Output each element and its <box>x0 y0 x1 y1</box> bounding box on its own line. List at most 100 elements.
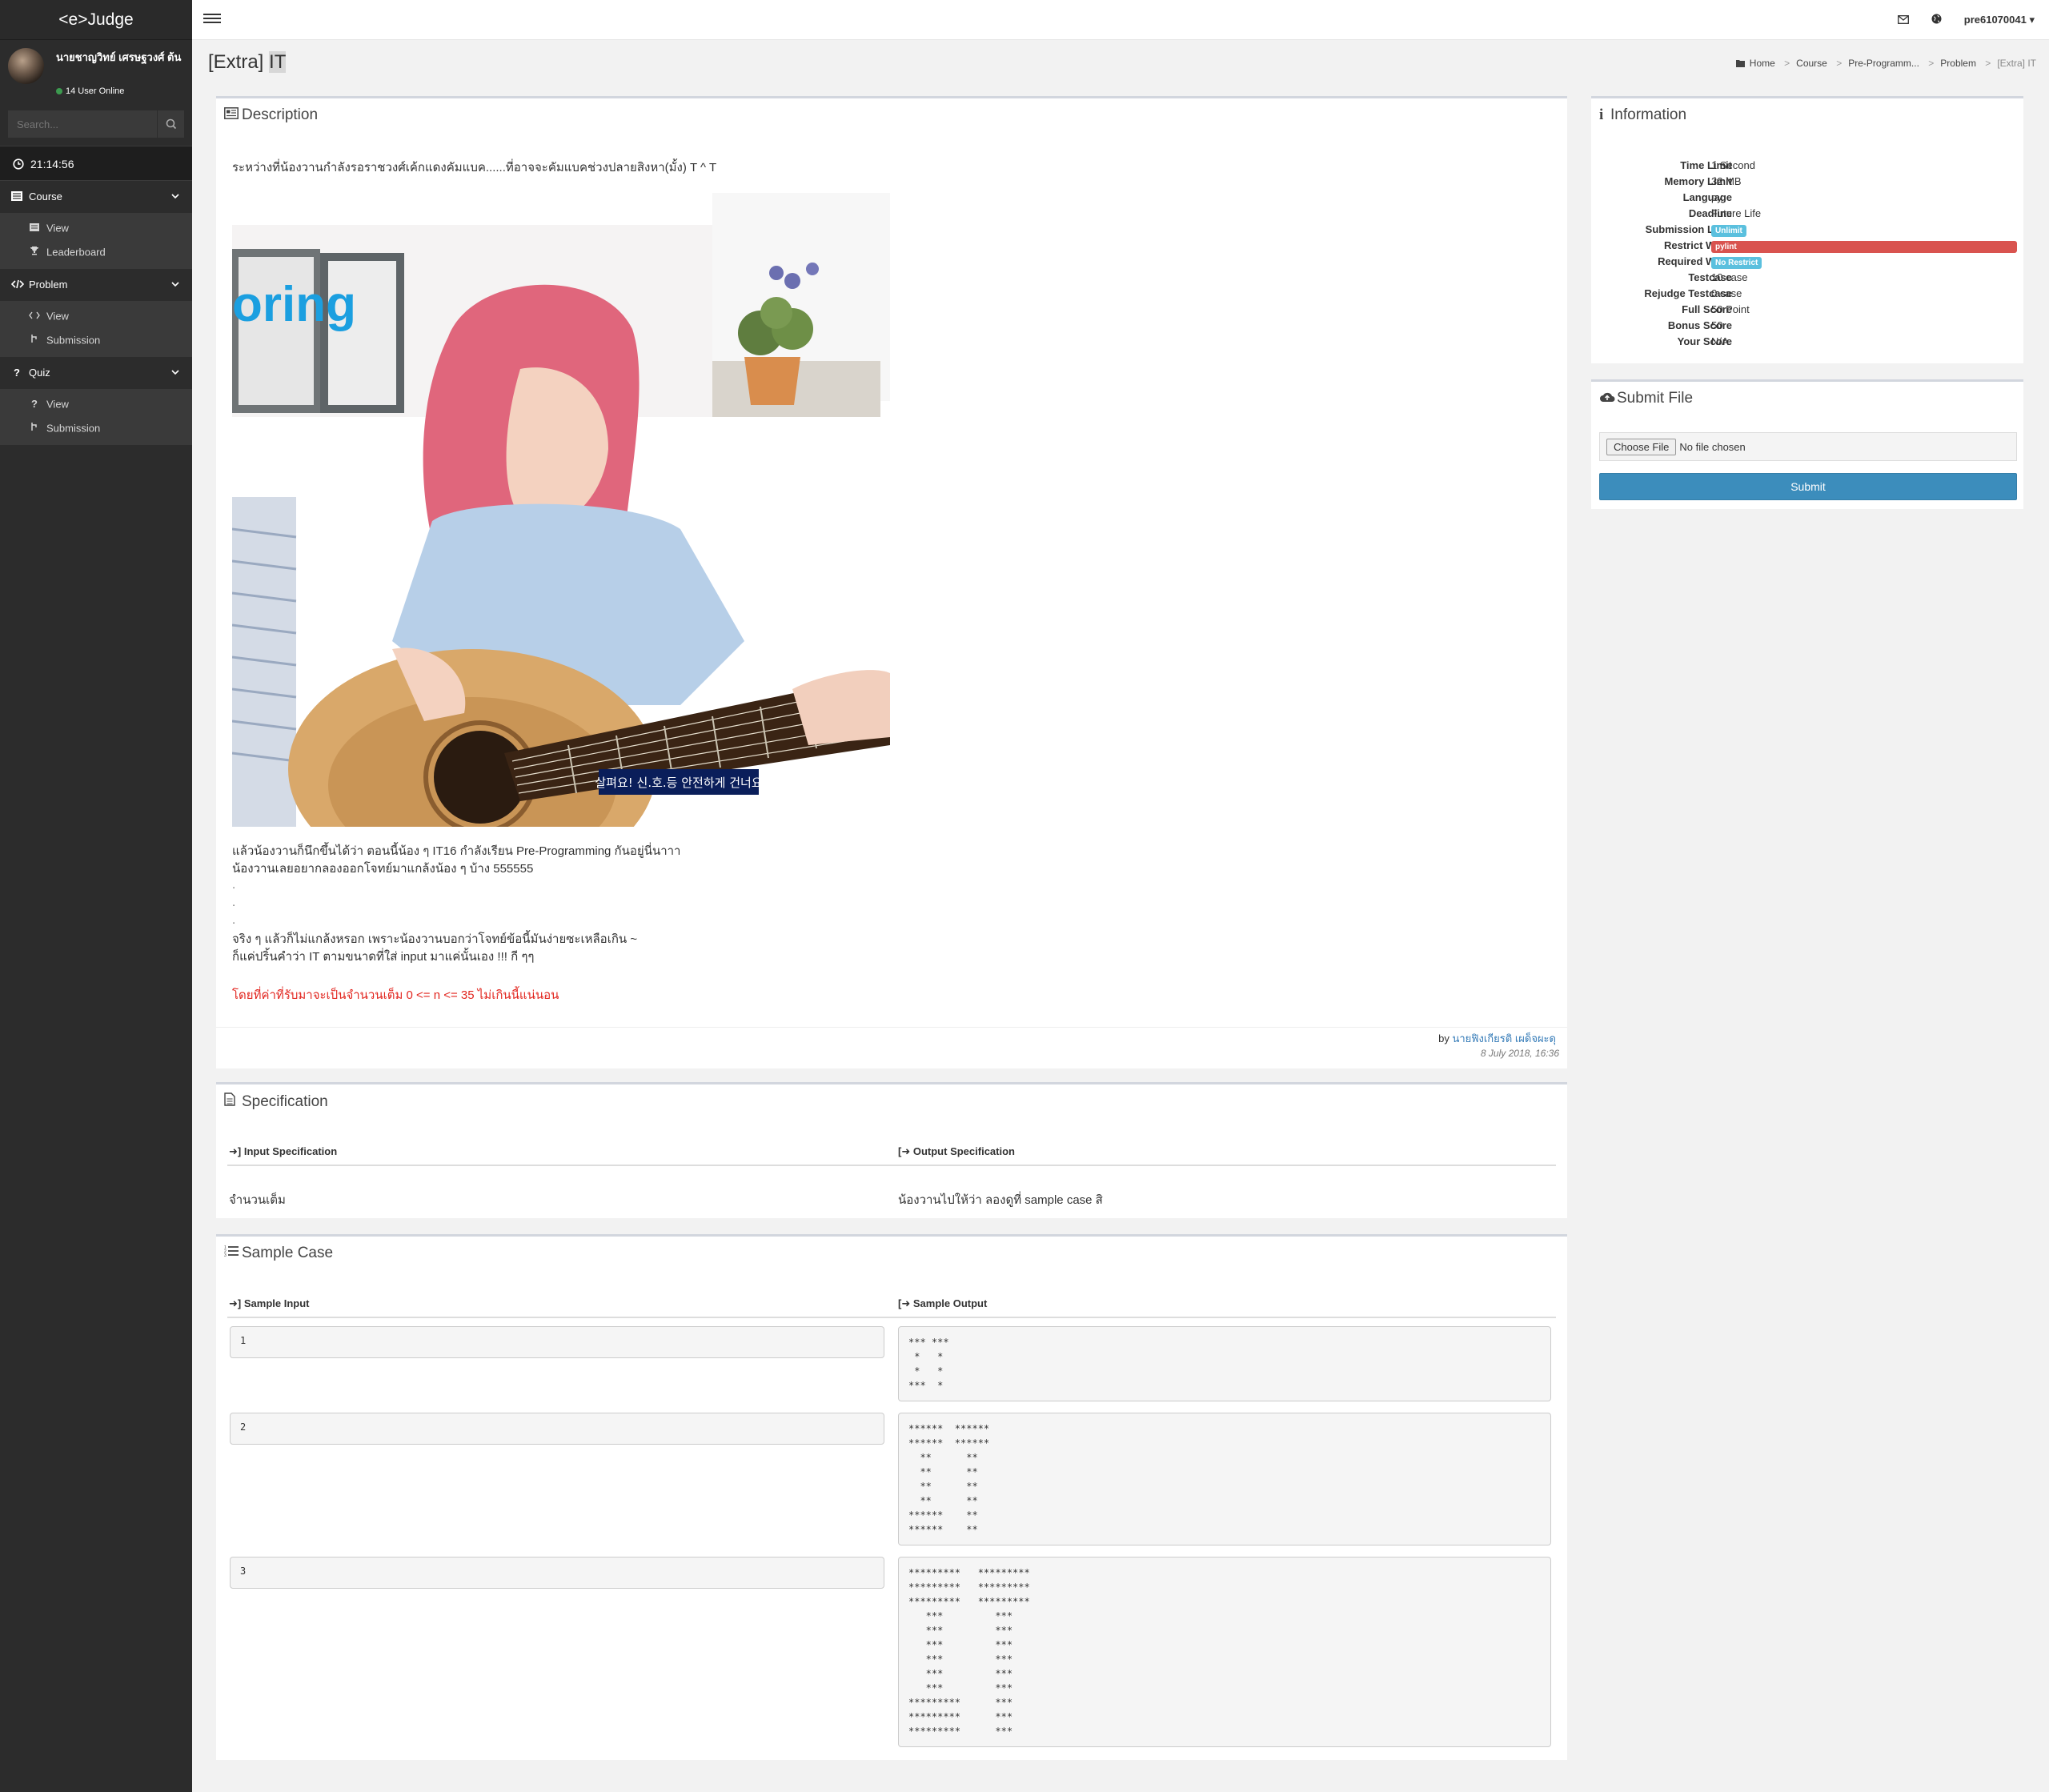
guitar-photo: oring 살펴요! 신.호.등 안전하게 건너요 <box>232 193 890 827</box>
description-footer-divider <box>216 1027 1567 1028</box>
envelope-icon[interactable] <box>1897 14 1909 26</box>
info-icon: i <box>1599 106 1604 123</box>
info-row: Time Limit 1 Second <box>1591 159 2023 175</box>
info-row: Restrict Word pylint <box>1591 239 2023 255</box>
file-text-icon <box>224 1092 239 1111</box>
sample-output-heading: [➜ Sample Output <box>898 1297 987 1310</box>
sidebar-item-quiz-submission[interactable]: Submission <box>0 416 192 440</box>
sidebar-submenu-problem: View Submission <box>0 301 192 357</box>
top-navbar: pre61070041 ▾ <box>192 0 2049 40</box>
submit-button[interactable]: Submit <box>1599 473 2017 500</box>
breadcrumb-pre[interactable]: Pre-Programm... <box>1848 58 1919 69</box>
sign-out-icon: [➜ <box>898 1145 911 1157</box>
sidebar-item-label: Submission <box>46 334 101 347</box>
sidebar-item-label: View <box>46 398 69 411</box>
info-badge: pylint <box>1711 239 2017 253</box>
sidebar-item-problem-view[interactable]: View <box>0 304 192 328</box>
information-header: i Information <box>1591 98 2023 132</box>
sidebar-submenu-course: View Leaderboard <box>0 213 192 269</box>
breadcrumb-course[interactable]: Course <box>1796 58 1827 69</box>
breadcrumb-problem[interactable]: Problem <box>1940 58 1976 69</box>
online-count: 14 User Online <box>66 86 125 96</box>
sample-input-2[interactable]: 2 <box>230 1413 884 1445</box>
cloud-upload-icon <box>1599 390 1615 407</box>
sample-divider <box>227 1317 1556 1318</box>
sidebar-group-label: Problem <box>29 279 68 291</box>
file-status: No file chosen <box>1679 441 1746 453</box>
sidebar-item-quiz-view[interactable]: ? View <box>0 392 192 416</box>
sample-output-2[interactable]: ****** ****** ****** ****** ** ** ** ** … <box>898 1413 1551 1545</box>
image-caption: 살펴요! 신.호.등 안전하게 건너요 <box>595 776 762 790</box>
code-icon <box>29 304 40 328</box>
clock: 21:14:56 <box>0 146 192 181</box>
sidebar-item-label: View <box>46 222 69 235</box>
input-spec-heading: ➜] Input Specification <box>229 1145 337 1158</box>
sample-header: 1 2 3 Sample Case <box>216 1237 1567 1270</box>
user-name: นายชาญวิทย์ เศรษฐวงศ์ ต้น <box>56 51 182 63</box>
spec-divider <box>227 1165 1556 1166</box>
info-row: Full Score 50 Point <box>1591 303 2023 319</box>
info-value: 32 MB <box>1711 175 1742 187</box>
sample-input-3[interactable]: 3 <box>230 1557 884 1589</box>
description-author: by นายฟิงเกียรติ เผด็จผะดุ <box>1438 1030 1556 1047</box>
info-row: Rejudge Testcase 0 case <box>1591 287 2023 303</box>
choose-file-button[interactable]: Choose File <box>1606 439 1677 455</box>
sidebar-submenu-quiz: ? View Submission <box>0 389 192 445</box>
info-value: 50 <box>1711 319 1723 331</box>
submit-header: Submit File <box>1591 382 2023 415</box>
sample-title: Sample Case <box>242 1245 334 1261</box>
sidebar-group-problem[interactable]: Problem <box>0 269 192 301</box>
specification-box: Specification ➜] Input Specification [➜ … <box>216 1082 1567 1218</box>
chevron-down-icon <box>171 269 179 301</box>
info-badge: No Restrict <box>1711 255 1762 269</box>
sample-input-1[interactable]: 1 <box>230 1326 884 1358</box>
trophy-icon <box>29 240 40 264</box>
sample-case-box: 1 2 3 Sample Case ➜] Sample Input [➜ Sample… <box>216 1234 1567 1760</box>
status-badge: pylint <box>1711 241 2017 253</box>
svg-text:3: 3 <box>224 1253 227 1257</box>
sign-in-icon: ➜] <box>229 1297 242 1309</box>
sidebar-item-leaderboard[interactable]: Leaderboard <box>0 240 192 264</box>
hamburger-menu-icon[interactable] <box>203 11 221 29</box>
breadcrumb-home[interactable]: Home <box>1750 58 1775 69</box>
sidebar-item-course-view[interactable]: View <box>0 216 192 240</box>
sidebar-group-course[interactable]: Course <box>0 181 192 213</box>
sidebar-group-quiz[interactable]: ? Quiz <box>0 357 192 389</box>
sidebar-group-label: Quiz <box>29 367 50 379</box>
user-menu[interactable]: pre61070041 ▾ <box>1964 14 2035 26</box>
description-paragraph-2: แล้วน้องวานก็นึกขึ้นได้ว่า ตอนนี้น้อง ๆ … <box>232 843 680 878</box>
status-badge: Unlimit <box>1711 225 1746 237</box>
info-badge: Unlimit <box>1711 223 1746 237</box>
info-row: Testcase 10 case <box>1591 271 2023 287</box>
file-input[interactable]: Choose File No file chosen <box>1599 432 2017 461</box>
clock-time: 21:14:56 <box>30 158 74 170</box>
search-input[interactable] <box>8 110 157 138</box>
caret-down-icon: ▾ <box>2029 14 2035 26</box>
description-line: ก็แค่ปริ้นคำว่า IT ตามขนาดที่ใส่ input ม… <box>232 950 535 964</box>
globe-icon[interactable] <box>1931 14 1942 26</box>
question-icon: ? <box>31 398 38 410</box>
user-panel: นายชาญวิทย์ เศรษฐวงศ์ ต้น 14 User Online <box>0 40 192 107</box>
info-label: Language <box>1682 191 1732 203</box>
info-value: N/A <box>1711 335 1729 347</box>
info-row: Bonus Score 50 <box>1591 319 2023 335</box>
author-link[interactable]: นายฟิงเกียรติ เผด็จผะดุ <box>1453 1032 1557 1044</box>
search-button[interactable] <box>157 110 184 138</box>
info-value: 0 case <box>1711 287 1742 299</box>
sidebar-group-label: Course <box>29 190 62 202</box>
info-row: Language py <box>1591 191 2023 207</box>
app-logo[interactable]: <e>Judge <box>0 0 192 40</box>
description-line: แล้วน้องวานก็นึกขึ้นได้ว่า ตอนนี้น้อง ๆ … <box>232 844 681 858</box>
description-line: น้องวานเลยอยากลองออกโจทย์มาแกล้งน้อง ๆ บ… <box>232 862 534 876</box>
sample-output-3[interactable]: ********* ********* ********* ********* … <box>898 1557 1551 1747</box>
search-icon <box>166 118 177 130</box>
sample-output-1[interactable]: *** *** * * * * *** * <box>898 1326 1551 1401</box>
chevron-down-icon <box>171 181 179 213</box>
image-overlay-text: oring <box>232 277 356 332</box>
input-spec-text: จำนวนเต็ม <box>229 1193 286 1207</box>
dot-line: . <box>232 878 236 892</box>
info-row: Deadline Future Life <box>1591 207 2023 223</box>
sidebar-item-problem-submission[interactable]: Submission <box>0 328 192 352</box>
description-paragraph: ระหว่างที่น้องวานกำลังรอราชวงศ์เค้กแดงคั… <box>232 161 717 174</box>
page-title: [Extra] IT <box>208 51 287 74</box>
